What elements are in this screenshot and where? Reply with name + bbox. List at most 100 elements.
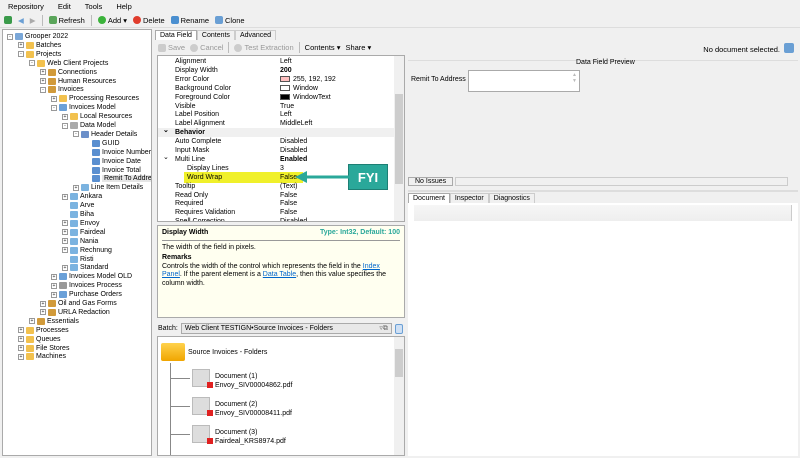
property-value[interactable]: Window <box>280 85 318 92</box>
property-row[interactable]: Error Color 255, 192, 192 <box>158 75 396 84</box>
clone-button[interactable]: Clone <box>215 16 245 25</box>
rename-button[interactable]: Rename <box>170 16 209 25</box>
tree-item[interactable]: + Invoices Model OLD <box>51 272 132 281</box>
expand-icon[interactable]: + <box>29 318 35 325</box>
expand-icon[interactable]: + <box>40 69 46 76</box>
property-value[interactable]: Disabled <box>280 147 307 154</box>
tree-item[interactable]: + Standard <box>62 263 108 272</box>
test-extraction-button[interactable]: Test Extraction <box>234 43 294 52</box>
tree-item[interactable]: + Processes <box>18 326 69 335</box>
tree-item[interactable]: + Machines <box>18 352 66 361</box>
tree-toggle-icon[interactable] <box>4 16 12 24</box>
property-value[interactable]: MiddleLeft <box>280 120 312 127</box>
delete-button[interactable]: Delete <box>132 16 165 25</box>
property-value[interactable]: 255, 192, 192 <box>280 76 336 83</box>
tree-item[interactable]: + Essentials <box>29 317 79 326</box>
share-dropdown[interactable]: Share ▾ <box>345 43 371 52</box>
tree-item[interactable]: + Fairdeal <box>62 228 105 237</box>
expand-icon[interactable]: + <box>51 273 57 280</box>
menu-help[interactable]: Help <box>116 2 131 11</box>
property-value[interactable]: Left <box>280 111 292 118</box>
tree-item[interactable]: + Envoy <box>62 219 99 228</box>
tree-item[interactable]: + File Stores <box>18 344 69 353</box>
tree-item[interactable]: + Processing Resources <box>51 94 139 103</box>
batch-scrollbar[interactable] <box>394 337 404 455</box>
tree-item[interactable]: - Header Details <box>73 130 137 139</box>
collapse-icon[interactable]: - <box>62 122 68 129</box>
tree-item[interactable]: Biha <box>62 210 94 219</box>
batch-viewer-icon[interactable] <box>394 323 403 334</box>
tree-item[interactable]: GUID <box>84 139 120 148</box>
collapse-icon[interactable]: - <box>51 104 57 111</box>
property-row[interactable]: Label Position Left <box>158 110 396 119</box>
property-value[interactable]: 200 <box>280 67 292 74</box>
tools-icon[interactable] <box>784 43 794 53</box>
tree-item[interactable]: Remit To Address <box>84 174 151 183</box>
tab-document[interactable]: Document <box>408 193 450 203</box>
expand-icon[interactable]: + <box>51 282 57 289</box>
property-value[interactable]: False <box>280 192 297 199</box>
tree-item[interactable]: + Human Resources <box>40 77 116 86</box>
property-value[interactable]: Enabled <box>280 156 307 163</box>
property-value[interactable]: Disabled <box>280 218 307 221</box>
repository-tree[interactable]: - Grooper 2022 + Batches - Projects - Web Clien… <box>2 29 152 456</box>
tab-contents[interactable]: Contents <box>196 30 235 40</box>
expand-icon[interactable]: + <box>62 229 68 236</box>
property-row[interactable]: Alignment Left <box>158 57 396 66</box>
tree-item[interactable]: Arve <box>62 201 94 210</box>
collapse-icon[interactable]: - <box>7 33 13 40</box>
property-row[interactable]: Background Color Window <box>158 84 396 93</box>
property-value[interactable]: WindowText <box>280 94 331 101</box>
tree-item[interactable]: + Invoices Process <box>51 281 122 290</box>
data-table-link[interactable]: Data Table <box>263 271 296 278</box>
expand-icon[interactable]: + <box>18 327 24 334</box>
tree-item[interactable]: - Invoices Model <box>51 103 116 112</box>
cancel-button[interactable]: Cancel <box>190 43 223 52</box>
batch-document[interactable]: Document (3) Fairdeal_KRS8974.pdf <box>170 423 370 449</box>
property-row[interactable]: Input Mask Disabled <box>158 146 396 155</box>
back-icon[interactable]: ◀ <box>18 16 24 25</box>
tree-item[interactable]: + Queues <box>18 335 61 344</box>
property-row[interactable]: Requires Validation False <box>158 208 396 217</box>
expand-icon[interactable]: + <box>40 78 46 84</box>
property-value[interactable]: False <box>280 209 297 216</box>
tree-item[interactable]: - Data Model <box>62 121 116 130</box>
collapse-icon[interactable]: - <box>40 86 46 93</box>
menu-tools[interactable]: Tools <box>85 2 103 11</box>
expand-icon[interactable]: + <box>62 264 68 271</box>
expand-icon[interactable]: + <box>18 353 24 360</box>
tree-item[interactable]: - Projects <box>18 50 61 59</box>
property-row[interactable]: Display Width 200 <box>158 66 396 75</box>
remit-to-address-input[interactable]: ▲ ▼ <box>468 70 580 92</box>
issues-status[interactable]: No Issues <box>408 177 454 186</box>
tree-item[interactable]: + Rechnung <box>62 246 112 255</box>
tree-item[interactable]: + URLA Redaction <box>40 308 110 317</box>
tree-item[interactable]: - Invoices <box>40 85 84 94</box>
property-row[interactable]: Label Alignment MiddleLeft <box>158 119 396 128</box>
contents-dropdown[interactable]: Contents ▾ <box>305 43 341 52</box>
forward-icon[interactable]: ▶ <box>30 16 36 25</box>
expand-icon[interactable]: + <box>73 184 79 191</box>
tree-item[interactable]: + Line Item Details <box>73 183 143 192</box>
expand-icon[interactable]: + <box>62 238 68 245</box>
batch-selector[interactable]: Web Client TESTIGN•Source Invoices - Fol… <box>180 323 392 334</box>
menu-edit[interactable]: Edit <box>58 2 71 11</box>
chevron-down-icon[interactable]: ⌄ <box>163 126 169 134</box>
tree-item[interactable]: Invoice Date <box>84 157 141 166</box>
scroll-thumb[interactable] <box>395 94 403 184</box>
property-value[interactable]: True <box>280 103 294 110</box>
expand-icon[interactable]: + <box>51 95 57 102</box>
property-row[interactable]: Required False <box>158 199 396 208</box>
menu-repository[interactable]: Repository <box>8 2 44 11</box>
refresh-button[interactable]: Refresh <box>48 16 85 25</box>
tree-item[interactable]: Invoice Number <box>84 148 151 157</box>
tree-item[interactable]: Risti <box>62 255 94 264</box>
scroll-arrows[interactable]: ▲ ▼ <box>572 72 577 84</box>
property-value[interactable]: Disabled <box>280 138 307 145</box>
tab-inspector[interactable]: Inspector <box>449 193 489 203</box>
expand-icon[interactable]: + <box>62 113 68 120</box>
tab-data-field[interactable]: Data Field <box>155 30 197 40</box>
tree-item[interactable]: + Purchase Orders <box>51 290 122 299</box>
property-row[interactable]: Read Only False <box>158 191 396 200</box>
property-row[interactable]: Spell Correction Disabled <box>158 217 396 221</box>
